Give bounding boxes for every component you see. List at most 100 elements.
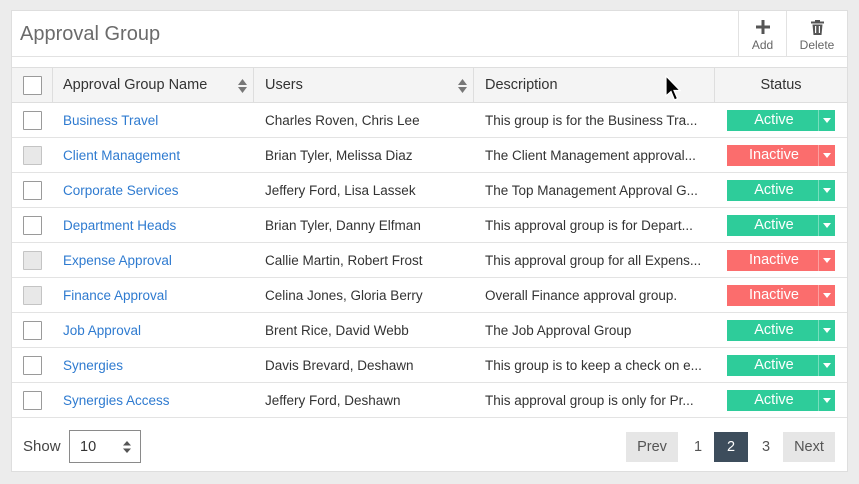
show-label: Show: [23, 438, 61, 455]
add-button[interactable]: Add: [738, 11, 786, 57]
group-name-link[interactable]: Finance Approval: [63, 288, 167, 303]
row-select-cell: [12, 278, 53, 312]
row-checkbox[interactable]: [23, 215, 42, 235]
row-checkbox[interactable]: [23, 180, 42, 200]
description-cell: The Client Management approval...: [474, 138, 715, 172]
status-cell: Inactive: [715, 243, 847, 277]
row-checkbox[interactable]: [23, 390, 42, 410]
status-dropdown[interactable]: Inactive: [727, 284, 835, 306]
group-name-link[interactable]: Expense Approval: [63, 253, 172, 268]
status-dropdown[interactable]: Active: [727, 109, 835, 131]
status-dropdown[interactable]: Active: [727, 319, 835, 341]
approval-group-panel: Approval Group Add Delete Approval Group…: [11, 10, 848, 472]
group-name-link[interactable]: Client Management: [63, 148, 180, 163]
row-checkbox[interactable]: [23, 285, 42, 305]
description-text: Overall Finance approval group.: [485, 287, 678, 303]
table-row[interactable]: Client Management Brian Tyler, Melissa Di…: [12, 138, 847, 173]
table-row[interactable]: Finance Approval Celina Jones, Gloria Ber…: [12, 278, 847, 313]
select-arrows-icon: [123, 441, 131, 453]
description-cell: This approval group for all Expens...: [474, 243, 715, 277]
users-text: Brent Rice, David Webb: [265, 322, 409, 338]
status-dropdown[interactable]: Inactive: [727, 144, 835, 166]
description-text: The Job Approval Group: [485, 322, 632, 338]
table-row[interactable]: Department Heads Brian Tyler, Danny Elfma…: [12, 208, 847, 243]
column-header-users[interactable]: Users: [254, 68, 474, 102]
column-header-description-label: Description: [485, 77, 558, 93]
group-name-link[interactable]: Corporate Services: [63, 183, 179, 198]
status-dropdown[interactable]: Active: [727, 214, 835, 236]
group-name-cell: Department Heads: [53, 208, 254, 242]
approval-group-table: Approval Group Name Users Description St…: [12, 67, 847, 418]
table-row[interactable]: Job Approval Brent Rice, David Webb The Jo…: [12, 313, 847, 348]
status-cell: Active: [715, 103, 847, 137]
group-name-link[interactable]: Business Travel: [63, 113, 158, 128]
users-text: Callie Martin, Robert Frost: [265, 252, 423, 268]
caret-down-icon: [823, 152, 831, 158]
status-cell: Inactive: [715, 278, 847, 312]
status-dropdown[interactable]: Inactive: [727, 249, 835, 271]
description-cell: This group is to keep a check on e...: [474, 348, 715, 382]
users-text: Jeffery Ford, Deshawn: [265, 392, 401, 408]
status-divider: [818, 249, 819, 271]
caret-down-icon: [823, 257, 831, 263]
status-divider: [818, 144, 819, 166]
sort-icon[interactable]: [238, 79, 247, 93]
description-text: This approval group for all Expens...: [485, 252, 702, 268]
table-row[interactable]: Expense Approval Callie Martin, Robert Fr…: [12, 243, 847, 278]
users-cell: Charles Roven, Chris Lee: [254, 103, 474, 137]
row-select-cell: [12, 383, 53, 417]
group-name-cell: Synergies Access: [53, 383, 254, 417]
description-cell: The Top Management Approval G...: [474, 173, 715, 207]
column-header-name[interactable]: Approval Group Name: [53, 68, 254, 102]
group-name-link[interactable]: Job Approval: [63, 323, 141, 338]
status-divider: [818, 354, 819, 376]
table-row[interactable]: Synergies Access Jeffery Ford, Deshawn Thi…: [12, 383, 847, 418]
row-select-cell: [12, 243, 53, 277]
table-row[interactable]: Business Travel Charles Roven, Chris Lee T…: [12, 103, 847, 138]
table-row[interactable]: Synergies Davis Brevard, Deshawn This grou…: [12, 348, 847, 383]
row-checkbox[interactable]: [23, 110, 42, 130]
status-dropdown[interactable]: Active: [727, 179, 835, 201]
prev-page-button[interactable]: Prev: [626, 432, 678, 462]
status-divider: [818, 179, 819, 201]
status-dropdown[interactable]: Active: [727, 354, 835, 376]
group-name-cell: Business Travel: [53, 103, 254, 137]
users-cell: Celina Jones, Gloria Berry: [254, 278, 474, 312]
group-name-cell: Expense Approval: [53, 243, 254, 277]
delete-button[interactable]: Delete: [786, 11, 847, 57]
status-cell: Active: [715, 383, 847, 417]
page-3-button[interactable]: 3: [750, 432, 782, 462]
status-cell: Active: [715, 208, 847, 242]
next-page-button[interactable]: Next: [783, 432, 835, 462]
status-cell: Inactive: [715, 138, 847, 172]
description-cell: This approval group is for Depart...: [474, 208, 715, 242]
group-name-link[interactable]: Synergies: [63, 358, 123, 373]
select-all-checkbox[interactable]: [22, 75, 42, 95]
page-2-button[interactable]: 2: [714, 432, 748, 462]
row-checkbox[interactable]: [23, 250, 42, 270]
group-name-link[interactable]: Department Heads: [63, 218, 176, 233]
column-header-status[interactable]: Status: [715, 68, 847, 102]
row-checkbox[interactable]: [23, 355, 42, 375]
status-cell: Active: [715, 348, 847, 382]
group-name-cell: Finance Approval: [53, 278, 254, 312]
status-divider: [818, 214, 819, 236]
caret-down-icon: [823, 292, 831, 298]
column-header-name-label: Approval Group Name: [63, 77, 208, 93]
caret-down-icon: [823, 362, 831, 368]
users-text: Charles Roven, Chris Lee: [265, 112, 420, 128]
row-checkbox[interactable]: [23, 145, 42, 165]
page-size-select[interactable]: 10: [69, 430, 141, 463]
table-row[interactable]: Corporate Services Jeffery Ford, Lisa Las…: [12, 173, 847, 208]
description-text: The Top Management Approval G...: [485, 182, 698, 198]
column-header-status-label: Status: [760, 77, 802, 93]
page-1-button[interactable]: 1: [682, 432, 714, 462]
status-dropdown[interactable]: Active: [727, 389, 835, 411]
row-select-cell: [12, 348, 53, 382]
users-cell: Brian Tyler, Melissa Diaz: [254, 138, 474, 172]
sort-icon[interactable]: [458, 79, 467, 93]
users-cell: Brent Rice, David Webb: [254, 313, 474, 347]
row-select-cell: [12, 138, 53, 172]
row-checkbox[interactable]: [23, 320, 42, 340]
group-name-link[interactable]: Synergies Access: [63, 393, 170, 408]
